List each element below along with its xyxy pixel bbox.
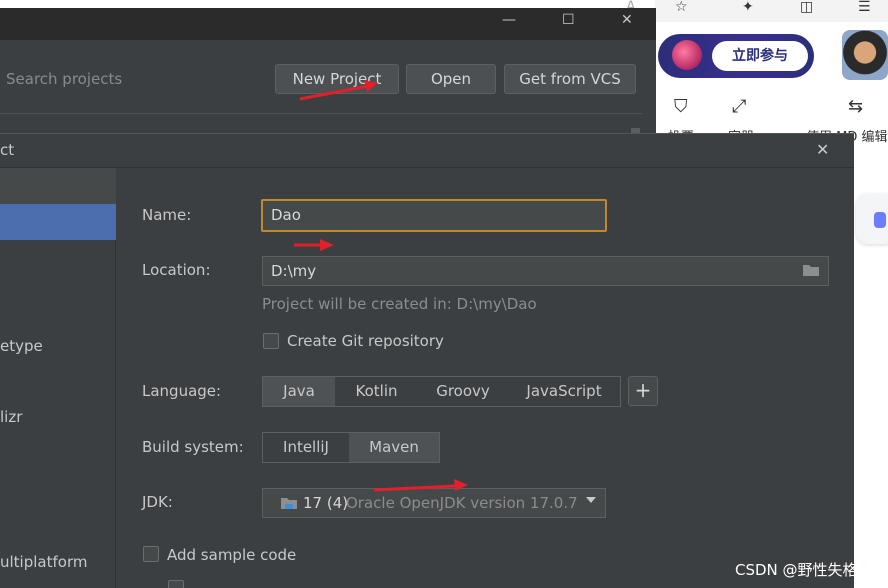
extensions-icon[interactable]: ✦	[742, 0, 754, 14]
build-option-maven[interactable]: Maven	[349, 433, 439, 462]
container-icon[interactable]: ⤢	[732, 96, 746, 117]
onboarding-tips-checkbox[interactable]	[168, 580, 184, 588]
language-label: Language:	[142, 382, 222, 400]
dialog-titlebar	[0, 134, 854, 168]
new-project-button[interactable]: New Project	[275, 64, 399, 94]
jdk-description: Oracle OpenJDK version 17.0.7	[346, 494, 578, 512]
location-hint: Project will be created in: D:\my\Dao	[262, 295, 537, 313]
language-option-java[interactable]: Java	[263, 377, 335, 406]
build-system-selector: IntelliJ Maven	[262, 432, 440, 463]
build-system-label: Build system:	[142, 438, 244, 456]
split-screen-icon[interactable]: ◫	[800, 0, 813, 14]
maximize-icon[interactable]: ☐	[562, 12, 575, 28]
generator-item-archetype[interactable]: etype	[0, 337, 43, 355]
jdk-folder-icon	[281, 498, 297, 509]
create-git-label: Create Git repository	[287, 332, 444, 350]
generator-item-initializr[interactable]: lizr	[0, 408, 22, 426]
location-field[interactable]: D:\my	[262, 256, 829, 286]
add-sample-code-label: Add sample code	[167, 546, 297, 564]
generator-item-new-project[interactable]	[0, 204, 116, 240]
divider	[0, 113, 642, 114]
favorites-icon[interactable]: ☰	[858, 0, 871, 14]
dialog-title: ct	[0, 141, 15, 159]
language-option-kotlin[interactable]: Kotlin	[335, 377, 418, 406]
add-language-button[interactable]: +	[628, 376, 658, 406]
location-label: Location:	[142, 261, 211, 279]
folder-icon[interactable]	[802, 263, 820, 277]
vote-icon[interactable]: ⛉	[674, 96, 688, 117]
generator-item-multiplatform[interactable]: ultiplatform	[0, 553, 87, 571]
jdk-label: JDK:	[142, 493, 173, 511]
open-button[interactable]: Open	[406, 64, 496, 94]
add-sample-code-checkbox[interactable]	[143, 546, 159, 562]
close-icon[interactable]: ✕	[621, 12, 633, 28]
promo-join-button[interactable]: 立即参与	[712, 41, 808, 71]
watermark: CSDN @野性失格	[735, 561, 858, 579]
planet-icon	[672, 40, 702, 70]
jdk-version: 17 (4)	[303, 494, 349, 512]
name-field[interactable]: Dao	[261, 199, 607, 232]
browser-toolbar	[655, 0, 888, 22]
minimize-icon[interactable]: —	[502, 12, 516, 28]
language-option-groovy[interactable]: Groovy	[418, 377, 508, 406]
welcome-titlebar	[0, 8, 656, 40]
language-selector: Java Kotlin Groovy JavaScript	[262, 376, 621, 407]
search-projects-input[interactable]: Search projects	[6, 70, 122, 88]
get-from-vcs-button[interactable]: Get from VCS	[504, 64, 636, 94]
language-option-javascript[interactable]: JavaScript	[508, 377, 620, 406]
build-option-intellij[interactable]: IntelliJ	[263, 433, 349, 462]
star-icon[interactable]: ☆	[675, 0, 688, 14]
avatar[interactable]	[842, 30, 888, 80]
name-label: Name:	[142, 206, 192, 224]
swap-icon[interactable]: ⇆	[848, 96, 863, 117]
dialog-close-icon[interactable]: ✕	[816, 140, 829, 159]
generator-list-header	[0, 168, 116, 204]
create-git-checkbox[interactable]	[263, 333, 279, 349]
assistant-icon	[874, 212, 886, 228]
chevron-down-icon[interactable]	[586, 497, 596, 503]
